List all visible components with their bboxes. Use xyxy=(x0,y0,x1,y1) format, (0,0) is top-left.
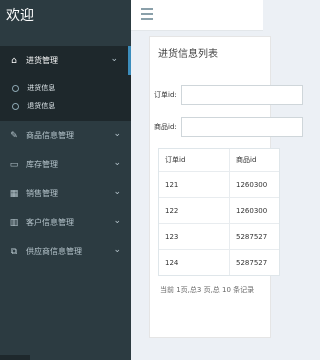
product-id-cell: 5287527 xyxy=(236,258,268,267)
submenu-purchase: 进货信息 退货信息 xyxy=(0,75,131,121)
product-id-cell: 1260300 xyxy=(236,206,268,215)
edit-icon: ✎ xyxy=(10,130,18,141)
submenu-item-label: 进货信息 xyxy=(27,84,56,92)
table-icon: ▦ xyxy=(9,188,19,199)
product-id-cell: 5287527 xyxy=(236,232,268,241)
sidebar-item-purchase[interactable]: ⌂ 进货管理 ⌄ xyxy=(0,46,131,75)
top-navbar xyxy=(131,0,263,31)
sidebar-menu: ⌂ 进货管理 ⌄ 进货信息 退货信息 ✎ 商品信息管理 ⌄ ▭ 库存管理 ⌄ ▦ xyxy=(0,46,131,266)
sidebar-item-label: 商品信息管理 xyxy=(26,131,74,140)
app-title: 欢迎 xyxy=(0,0,131,33)
table-row: 122 1260300 xyxy=(159,197,279,223)
pagination-info: 当前 1页,总3 页,总 10 条记录 xyxy=(160,286,255,294)
bar-chart-icon: ▥ xyxy=(9,217,19,228)
product-id-label: 商品id: xyxy=(154,123,177,131)
sidebar-item-customers[interactable]: ▥ 客户信息管理 ⌄ xyxy=(0,208,131,237)
hamburger-icon[interactable] xyxy=(141,8,153,20)
sidebar-item-label: 库存管理 xyxy=(26,160,58,169)
chevron-down-icon: ⌄ xyxy=(113,129,121,139)
product-id-input[interactable] xyxy=(181,117,303,137)
order-id-cell: 124 xyxy=(159,250,230,275)
table-row: 121 1260300 xyxy=(159,171,279,197)
chevron-down-icon: ⌄ xyxy=(113,245,121,255)
copy-icon: ⧉ xyxy=(10,246,18,257)
sidebar: 欢迎 ⌂ 进货管理 ⌄ 进货信息 退货信息 ✎ 商品信息管理 ⌄ ▭ 库存管理 … xyxy=(0,0,131,360)
home-icon: ⌂ xyxy=(11,55,17,66)
submenu-item-label: 退货信息 xyxy=(27,102,56,110)
order-id-cell: 122 xyxy=(159,198,230,223)
order-id-input[interactable] xyxy=(181,85,303,105)
sidebar-item-products[interactable]: ✎ 商品信息管理 ⌄ xyxy=(0,121,131,150)
sidebar-item-label: 客户信息管理 xyxy=(26,218,74,227)
order-id-cell: 123 xyxy=(159,224,230,249)
chevron-down-icon: ⌄ xyxy=(113,216,121,226)
page-title: 进货信息列表 xyxy=(158,49,218,60)
order-id-label: 订单id: xyxy=(154,91,177,99)
submenu-item-return-info[interactable]: 退货信息 xyxy=(0,97,131,115)
sidebar-item-inventory[interactable]: ▭ 库存管理 ⌄ xyxy=(0,150,131,179)
column-header-order-id: 订单id xyxy=(159,149,230,171)
order-id-cell: 121 xyxy=(159,172,230,197)
chevron-down-icon: ⌄ xyxy=(110,54,118,64)
content-card: 进货信息列表 订单id: 商品id: 订单id 商品id 121 1260300… xyxy=(149,36,303,338)
column-header-product-id: 商品id xyxy=(236,156,257,164)
chevron-down-icon: ⌄ xyxy=(113,187,121,197)
product-id-cell: 1260300 xyxy=(236,180,268,189)
chevron-down-icon: ⌄ xyxy=(113,158,121,168)
circle-icon xyxy=(12,102,19,110)
circle-icon xyxy=(12,84,19,92)
sidebar-item-sales[interactable]: ▦ 销售管理 ⌄ xyxy=(0,179,131,208)
purchase-table: 订单id 商品id 121 1260300 122 1260300 123 52… xyxy=(158,148,280,276)
sidebar-item-label: 进货管理 xyxy=(26,56,58,65)
table-row: 124 5287527 xyxy=(159,249,279,275)
submenu-item-purchase-info[interactable]: 进货信息 xyxy=(0,79,131,97)
sidebar-item-suppliers[interactable]: ⧉ 供应商信息管理 ⌄ xyxy=(0,237,131,266)
sidebar-item-label: 供应商信息管理 xyxy=(26,247,82,256)
sidebar-item-label: 销售管理 xyxy=(26,189,58,198)
monitor-icon: ▭ xyxy=(9,159,19,170)
sidebar-bottom-tab xyxy=(0,355,30,360)
table-header-row: 订单id 商品id xyxy=(159,149,279,171)
table-row: 123 5287527 xyxy=(159,223,279,249)
